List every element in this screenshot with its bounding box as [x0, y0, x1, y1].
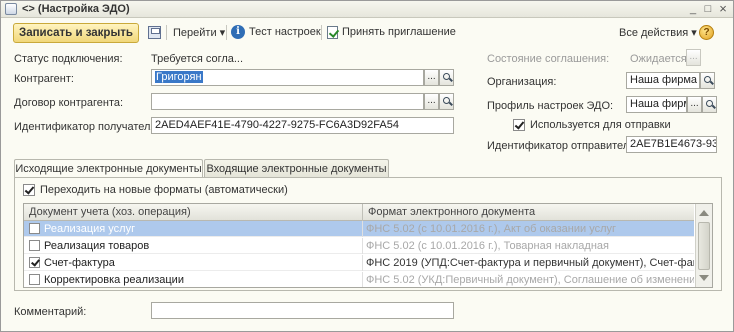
tab-outgoing-documents[interactable]: Исходящие электронные документы: [14, 159, 203, 179]
row-format[interactable]: ФНС 5.02 (с 10.01.2016 г.), Акт об оказа…: [362, 221, 694, 237]
row-format[interactable]: ФНС 5.02 (УКД:Первичный документ), Согла…: [362, 272, 694, 287]
row-document: Реализация услуг: [44, 223, 136, 235]
used-for-sending-checkbox[interactable]: [513, 119, 525, 131]
column-header-document[interactable]: Документ учета (хоз. операция): [24, 204, 362, 221]
sender-id-label: Идентификатор отправителя:: [487, 140, 639, 152]
table-scrollbar[interactable]: [695, 204, 712, 287]
connection-status-value[interactable]: Требуется согла...: [151, 53, 243, 65]
scroll-thumb[interactable]: [698, 222, 710, 270]
agreement-state-button[interactable]: ...: [686, 49, 701, 66]
table-row[interactable]: Реализация услуг ФНС 5.02 (с 10.01.2016 …: [24, 221, 694, 237]
scroll-up-arrow-icon[interactable]: [699, 210, 709, 216]
search-icon: [706, 100, 713, 107]
contract-input[interactable]: [151, 93, 424, 110]
comment-label: Комментарий:: [14, 306, 87, 318]
row-document: Счет-фактура: [44, 257, 115, 269]
document-formats-table[interactable]: Документ учета (хоз. операция) Формат эл…: [23, 203, 713, 288]
edo-settings-window: <> (Настройка ЭДО) _ □ × Записать и закр…: [0, 0, 734, 332]
counterparty-input[interactable]: Григорян: [151, 69, 424, 86]
recipient-id-label: Идентификатор получателя:: [14, 121, 160, 133]
agreement-state-value: Ожидается: [630, 53, 687, 65]
test-settings-button[interactable]: Тест настроек: [249, 26, 321, 38]
counterparty-value: Григорян: [155, 71, 203, 83]
organization-label: Организация:: [487, 76, 557, 88]
search-icon: [443, 73, 450, 80]
title-bar[interactable]: <> (Настройка ЭДО) _ □ ×: [1, 1, 733, 18]
row-document: Корректировка реализации: [44, 274, 184, 286]
accept-invitation-button[interactable]: Принять приглашение: [342, 26, 456, 38]
info-icon[interactable]: i: [231, 25, 245, 39]
auto-formats-checkbox[interactable]: [23, 184, 35, 196]
search-icon: [443, 97, 450, 104]
row-format[interactable]: ФНС 2019 (УПД:Счет-фактура и первичный д…: [362, 255, 694, 271]
scroll-down-arrow-icon[interactable]: [699, 275, 709, 281]
row-checkbox[interactable]: [29, 274, 40, 285]
recipient-id-input[interactable]: 2AED4AEF41E-4790-4227-9275-FC6A3D92FA54: [151, 117, 454, 134]
table-header: Документ учета (хоз. операция) Формат эл…: [24, 204, 694, 221]
comment-input[interactable]: [151, 302, 454, 319]
organization-open-button[interactable]: [700, 72, 715, 89]
counterparty-select-button[interactable]: ...: [424, 69, 439, 86]
edo-profile-label: Профиль настроек ЭДО:: [487, 100, 614, 112]
maximize-button[interactable]: □: [701, 2, 715, 16]
all-actions-menu-button[interactable]: Все действия ▾: [619, 26, 697, 39]
search-icon: [704, 76, 711, 83]
table-row[interactable]: Счет-фактура ФНС 2019 (УПД:Счет-фактура …: [24, 255, 694, 271]
toolbar-separator: [166, 25, 167, 40]
save-and-close-button[interactable]: Записать и закрыть: [13, 23, 139, 43]
connection-status-label: Статус подключения:: [14, 53, 123, 65]
contract-open-button[interactable]: [439, 93, 454, 110]
table-row[interactable]: Реализация товаров ФНС 5.02 (с 10.01.201…: [24, 238, 694, 254]
counterparty-label: Контрагент:: [14, 73, 74, 85]
minimize-button[interactable]: _: [686, 2, 700, 16]
goto-menu-button[interactable]: Перейти ▾: [173, 26, 225, 39]
save-icon[interactable]: [148, 26, 161, 39]
edo-profile-open-button[interactable]: [702, 96, 717, 113]
organization-input[interactable]: Наша фирма: [626, 72, 700, 89]
contract-label: Договор контрагента:: [14, 97, 124, 109]
row-format[interactable]: ФНС 5.02 (с 10.01.2016 г.), Товарная нак…: [362, 238, 694, 254]
sender-id-input[interactable]: 2AE7B1E4673-933: [626, 136, 717, 153]
window-title: <> (Настройка ЭДО): [22, 3, 130, 15]
row-checkbox[interactable]: [29, 257, 40, 268]
help-icon[interactable]: ?: [699, 25, 714, 40]
close-button[interactable]: ×: [716, 2, 730, 16]
row-checkbox[interactable]: [29, 240, 40, 251]
edo-profile-input[interactable]: Наша фирма: [626, 96, 687, 113]
auto-formats-label: Переходить на новые форматы (автоматичес…: [40, 184, 288, 196]
accept-invitation-icon[interactable]: [327, 26, 338, 39]
contract-select-button[interactable]: ...: [424, 93, 439, 110]
edo-profile-select-button[interactable]: ...: [687, 96, 702, 113]
window-app-icon: [5, 3, 17, 15]
used-for-sending-label: Используется для отправки: [530, 119, 671, 131]
tab-incoming-documents[interactable]: Входящие электронные документы: [204, 159, 389, 178]
row-checkbox[interactable]: [29, 223, 40, 234]
toolbar-separator: [321, 25, 322, 40]
column-header-format[interactable]: Формат электронного документа: [362, 204, 694, 221]
table-row[interactable]: Корректировка реализации ФНС 5.02 (УКД:П…: [24, 272, 694, 287]
toolbar: Записать и закрыть Перейти ▾ i Тест наст…: [1, 20, 733, 46]
agreement-state-label: Состояние соглашения:: [487, 53, 610, 65]
counterparty-open-button[interactable]: [439, 69, 454, 86]
toolbar-separator: [226, 25, 227, 40]
row-document: Реализация товаров: [44, 240, 150, 252]
